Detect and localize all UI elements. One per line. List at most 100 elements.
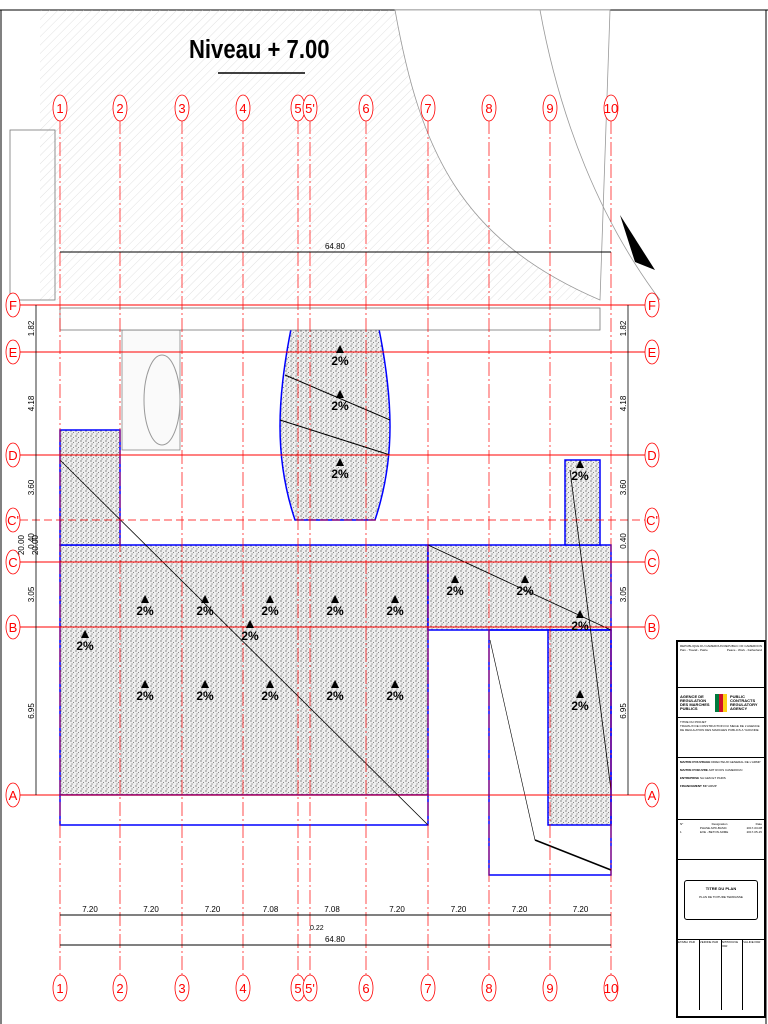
slope-label: 2% [196,689,214,703]
row-dim: 6.95 [619,703,628,719]
grid-label: C [8,555,17,570]
rev-cell: 2017-05-15 [746,830,762,834]
owner-label: MAITRE D'OUVRAGE [680,760,711,764]
slope-label: 2% [331,399,349,413]
bay-dim: 7.20 [143,905,159,914]
grid-label: C [647,555,656,570]
grid-label: A [648,788,657,803]
row-dim: 6.95 [27,703,36,719]
row-dim: 3.05 [27,586,36,602]
plan-type: TITRE DU PLAN [705,886,737,891]
bay-dim: 7.20 [389,905,405,914]
grid-label: 1 [56,101,63,116]
sign-header: VERIFIE PAR [700,940,722,1010]
row-dim: 1.82 [619,320,628,336]
bay-dim: 7.20 [205,905,221,914]
sign-header: VALIDE PAR [743,940,761,944]
row-dim: 4.18 [619,395,628,411]
grid-label: 7 [424,101,431,116]
grid-label: 8 [485,101,492,116]
slope-label: 2% [571,619,589,633]
rev-header: N° [680,822,684,826]
bay-dim: 7.20 [451,905,467,914]
grid-label: F [648,298,656,313]
grid-label: 5' [305,101,315,116]
slope-label: 2% [571,699,589,713]
grid-label: 10 [604,981,618,996]
grid-label: 9 [546,101,553,116]
rev-cell: 1 [680,830,682,834]
row-dim: 3.60 [619,479,628,495]
grid-label: 5 [294,101,301,116]
grid-label: B [648,620,657,635]
project-text: TRAVAUX DE CONSTRUCTION DU SIEGE DE L'AG… [680,724,760,732]
slope-label: 2% [136,689,154,703]
grid-label: E [648,345,657,360]
grid-label: C' [7,513,19,528]
slope-label: 2% [571,469,589,483]
grid-label: A [9,788,18,803]
slope-label: 2% [331,467,349,481]
grid-label: B [9,620,18,635]
slope-label: 2% [241,629,259,643]
slope-label: 2% [386,604,404,618]
financing-label: FINANCEMENT [680,784,702,788]
grid-label: 5 [294,981,301,996]
title-block: REPUBLIQUE DU CAMEROUN REPUBLIC OF CAMERO… [676,640,766,1018]
grid-label: F [9,298,17,313]
grid-label: 10 [604,101,618,116]
grid-label: 9 [546,981,553,996]
grid-label: 4 [239,981,246,996]
slope-label: 2% [331,354,349,368]
row-dim: 3.60 [27,479,36,495]
rev-cell: EXE - BETON ARME [700,830,729,834]
bay-dim: 7.08 [324,905,340,914]
grid-label: 6 [362,981,369,996]
grid-label: 5' [305,981,315,996]
grid-label: 6 [362,101,369,116]
offset-dim: 0.22 [310,925,324,932]
slope-label: 2% [326,604,344,618]
engineer: ART ROOS CAMEROUN [708,768,743,772]
row-dim: 3.05 [619,586,628,602]
bay-dim: 7.20 [573,905,589,914]
grid-label: D [8,448,17,463]
slope-label: 2% [446,584,464,598]
financing: BIP ARMP [702,784,717,788]
row-dim: 0.40 [619,533,628,549]
contractor: SA GEM ET PARIS [700,776,726,780]
grid-label: D [647,448,656,463]
grid-label: 8 [485,981,492,996]
agency-en: PUBLIC CONTRACTS REGULATORY AGENCY [730,693,758,711]
revision-table: N° Designation Date PHASE APD-BASIC 2017-03… [678,820,764,860]
motto-right: Peace - Work - Fatherland [726,648,762,652]
agency-fr: AGENCE DE REGULATION DES MARCHES PUBLICS [680,693,710,711]
slope-label: 2% [196,604,214,618]
contractor-label: ENTREPRISE [680,776,700,780]
grid-label: 7 [424,981,431,996]
total-dim-top: 64.80 [325,242,346,251]
slope-label: 2% [261,604,279,618]
plan-name: PLAN DE TOITURE TERRASSE [699,895,743,899]
slope-label: 2% [136,604,154,618]
motto-left: Paix - Travail - Patrie [680,648,708,652]
sign-header: ETABLI PAR [678,940,700,1010]
grid-label: 2 [116,101,123,116]
total-dim-bottom: 64.80 [325,935,346,944]
row-dim-extra: 20.00 [17,534,26,555]
bay-dim: 7.20 [82,905,98,914]
bay-dim: 7.20 [512,905,528,914]
cameroon-flag-icon [715,693,727,712]
slope-label: 2% [516,584,534,598]
plan-title: Niveau + 7.00 [189,35,330,64]
grid-label: 2 [116,981,123,996]
grid-label: E [9,345,18,360]
row-dim: 4.18 [27,395,36,411]
roof-plan-drawing: 1 1 2 2 3 3 4 4 5 5 5' 5' 6 6 7 7 8 8 9 9 10 10 F F E E D D C' C' C C B B… [0,0,768,1024]
sign-header: APPROUVE PAR [722,940,744,1010]
slope-label: 2% [76,639,94,653]
owner: DIRECTEUR GENERAL DE L'ARMP [711,760,761,764]
row-dim: 1.82 [27,320,36,336]
row-dim-extra: 20.00 [31,534,40,555]
grid-label: 3 [178,981,185,996]
